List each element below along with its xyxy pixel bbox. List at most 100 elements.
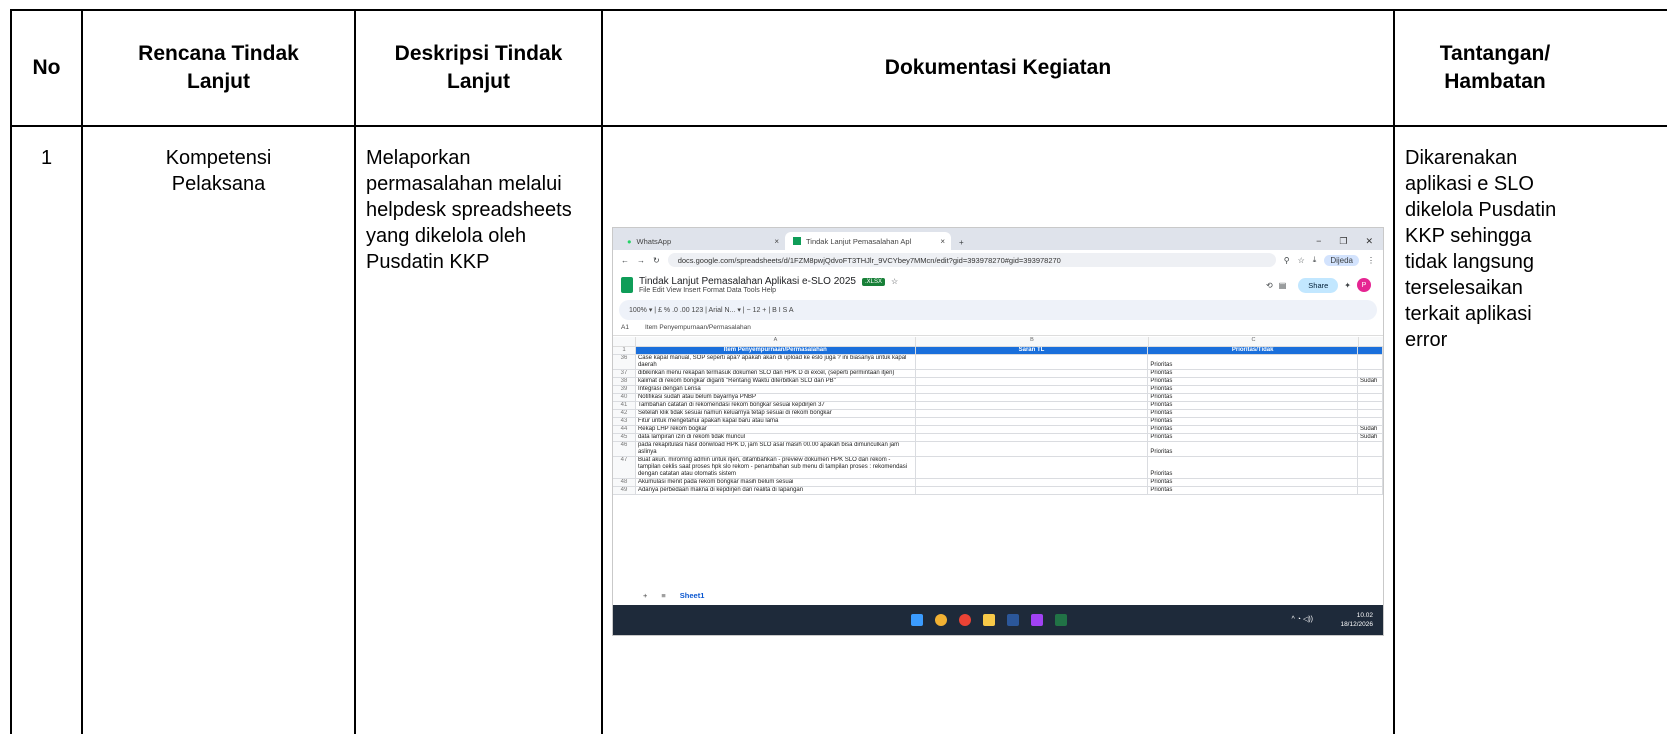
cell-saran[interactable] — [916, 370, 1149, 377]
cell-prioritas[interactable]: Prioritas — [1148, 479, 1359, 486]
cell-status[interactable] — [1358, 402, 1383, 409]
tab-whatsapp[interactable]: ● WhatsApp × — [619, 232, 785, 250]
cell-saran[interactable] — [916, 487, 1149, 494]
gemini-icon[interactable]: ✦ — [1344, 281, 1351, 290]
table-row[interactable]: 40 Notifikasi sudah atau belum bayarnya P… — [613, 394, 1383, 402]
cell-prioritas[interactable]: Prioritas — [1148, 442, 1359, 456]
cell-saran[interactable] — [916, 457, 1149, 478]
cell-saran[interactable] — [916, 442, 1149, 456]
cell-prioritas[interactable]: Prioritas — [1148, 434, 1359, 441]
all-sheets-icon[interactable]: ≡ — [661, 591, 665, 600]
cell-status[interactable]: Sudah — [1358, 434, 1383, 441]
table-row[interactable]: 46 pada rekapitulasi hasil donwload HPK D… — [613, 442, 1383, 457]
cell-prioritas[interactable]: Prioritas — [1148, 386, 1359, 393]
new-tab-icon[interactable]: + — [951, 238, 972, 250]
cell-saran[interactable] — [916, 355, 1149, 369]
cell-item[interactable]: Adanya perbedaan makna di kepdirjen dan … — [636, 487, 916, 494]
table-row[interactable]: 47 Buat akun. mirorring admin untuk itjen… — [613, 457, 1383, 479]
formula-content[interactable]: Item Penyempurnaan/Permasalahan — [645, 324, 751, 331]
cell-item[interactable]: Integrasi dengan Lensa — [636, 386, 916, 393]
url-field[interactable]: docs.google.com/spreadsheets/d/1FZM8pwjQ… — [667, 253, 1276, 267]
profile-chip[interactable]: Dijeda — [1324, 254, 1359, 266]
cell-item[interactable]: Tambahan catatan di rekomendasi rekom bo… — [636, 402, 916, 409]
table-row[interactable]: 45 data lampiran izin di rekom tidak munc… — [613, 434, 1383, 442]
cell-status[interactable] — [1358, 410, 1383, 417]
table-row[interactable]: 49 Adanya perbedaan makna di kepdirjen da… — [613, 487, 1383, 495]
minimize-icon[interactable]: − — [1316, 236, 1321, 246]
table-row[interactable]: 38 kalimat di rekom bongkar diganti "Rent… — [613, 378, 1383, 386]
table-row[interactable]: 39 Integrasi dengan Lensa Prioritas — [613, 386, 1383, 394]
cell-prioritas[interactable]: Prioritas — [1148, 426, 1359, 433]
reload-icon[interactable]: ↻ — [653, 256, 660, 265]
tab-sheets[interactable]: Tindak Lanjut Pemasalahan Apl × — [785, 232, 951, 250]
close-tab-icon[interactable]: × — [774, 237, 779, 246]
cell-prioritas[interactable]: Prioritas — [1148, 487, 1359, 494]
spreadsheet-grid[interactable]: A B C 1 Item Penyempurnaan/Permasalahan … — [613, 337, 1383, 495]
table-row[interactable]: 44 Rekap LHP rekom bogkar Prioritas Sudah — [613, 426, 1383, 434]
cell-saran[interactable] — [916, 434, 1149, 441]
cell-status[interactable] — [1358, 370, 1383, 377]
table-row[interactable]: 43 Fitur untuk mengetahui apakah kapal ba… — [613, 418, 1383, 426]
cell-saran[interactable] — [916, 394, 1149, 401]
table-row[interactable]: 36 Case kapal manual, SOP seperti apa? ap… — [613, 355, 1383, 370]
cell-status[interactable] — [1358, 487, 1383, 494]
windows-start-icon[interactable] — [911, 614, 923, 626]
sheet-tab[interactable]: Sheet1 — [680, 591, 705, 600]
cell-prioritas[interactable]: Prioritas — [1148, 355, 1359, 369]
cell-item[interactable]: Fitur untuk mengetahui apakah kapal baru… — [636, 418, 916, 425]
tray-icons[interactable]: ^ ◔ ◁)) — [1292, 615, 1313, 623]
cell-prioritas[interactable]: Prioritas — [1148, 370, 1359, 377]
table-row[interactable]: 42 Setelah klik tidak sesuai namun keluar… — [613, 410, 1383, 418]
cell-status[interactable] — [1358, 479, 1383, 486]
cell-status[interactable] — [1358, 418, 1383, 425]
comment-icon[interactable]: ▤ — [1279, 281, 1287, 290]
cell-item[interactable]: kalimat di rekom bongkar diganti "Rentan… — [636, 378, 916, 385]
forward-icon[interactable]: → — [637, 256, 645, 265]
cell-saran[interactable] — [916, 479, 1149, 486]
cell-prioritas[interactable]: Prioritas — [1148, 418, 1359, 425]
table-row[interactable]: 37 dibikinkan menu rekapan termasuk dokum… — [613, 370, 1383, 378]
cell-ref[interactable]: A1 — [621, 324, 629, 331]
close-window-icon[interactable]: ✕ — [1365, 236, 1373, 247]
cell-status[interactable]: Sudah — [1358, 426, 1383, 433]
table-row[interactable]: 41 Tambahan catatan di rekomendasi rekom … — [613, 402, 1383, 410]
cell-item[interactable]: Setelah klik tidak sesuai namun keluarny… — [636, 410, 916, 417]
cell-saran[interactable] — [916, 386, 1149, 393]
download-icon[interactable]: ⤓ — [1313, 255, 1317, 265]
cell-item[interactable]: Buat akun. mirorring admin untuk itjen, … — [636, 457, 916, 478]
restore-icon[interactable]: ❐ — [1339, 236, 1347, 247]
table-row[interactable]: 48 Akumulasi menit pada rekom bongkar mas… — [613, 479, 1383, 487]
avatar[interactable]: P — [1357, 278, 1371, 292]
cell-prioritas[interactable]: Prioritas — [1148, 394, 1359, 401]
cell-saran[interactable] — [916, 378, 1149, 385]
app-icon[interactable] — [935, 614, 947, 626]
cell-item[interactable]: Rekap LHP rekom bogkar — [636, 426, 916, 433]
chrome-icon[interactable] — [959, 614, 971, 626]
clock[interactable]: 10.02 18/12/2026 — [1340, 611, 1373, 629]
cell-item[interactable]: pada rekapitulasi hasil donwload HPK D, … — [636, 442, 916, 456]
cell-saran[interactable] — [916, 410, 1149, 417]
doc-title[interactable]: Tindak Lanjut Pemasalahan Aplikasi e-SLO… — [639, 276, 856, 287]
close-tab-icon[interactable]: × — [940, 237, 945, 246]
cell-status[interactable]: Sudah — [1358, 378, 1383, 385]
share-button[interactable]: Share — [1298, 277, 1339, 293]
chrome-profile-icon[interactable] — [1031, 614, 1043, 626]
menu-bar[interactable]: File Edit View Insert Format Data Tools … — [639, 287, 898, 294]
zoom-icon[interactable]: ⚲ — [1284, 256, 1290, 265]
cell-status[interactable] — [1358, 457, 1383, 478]
word-icon[interactable] — [1007, 614, 1019, 626]
add-sheet-icon[interactable]: + — [643, 591, 647, 600]
cell-item[interactable]: Akumulasi menit pada rekom bongkar masih… — [636, 479, 916, 486]
cell-item[interactable]: Notifikasi sudah atau belum bayarnya PNB… — [636, 394, 916, 401]
cell-saran[interactable] — [916, 402, 1149, 409]
cell-status[interactable] — [1358, 442, 1383, 456]
cell-prioritas[interactable]: Prioritas — [1148, 457, 1359, 478]
history-icon[interactable]: ⟲ — [1266, 281, 1273, 290]
cell-saran[interactable] — [916, 418, 1149, 425]
bookmark-icon[interactable]: ☆ — [1298, 256, 1305, 265]
cell-saran[interactable] — [916, 426, 1149, 433]
folder-icon[interactable] — [983, 614, 995, 626]
cell-status[interactable] — [1358, 386, 1383, 393]
star-icon[interactable]: ☆ — [891, 277, 898, 286]
more-icon[interactable]: ⋮ — [1367, 256, 1375, 265]
